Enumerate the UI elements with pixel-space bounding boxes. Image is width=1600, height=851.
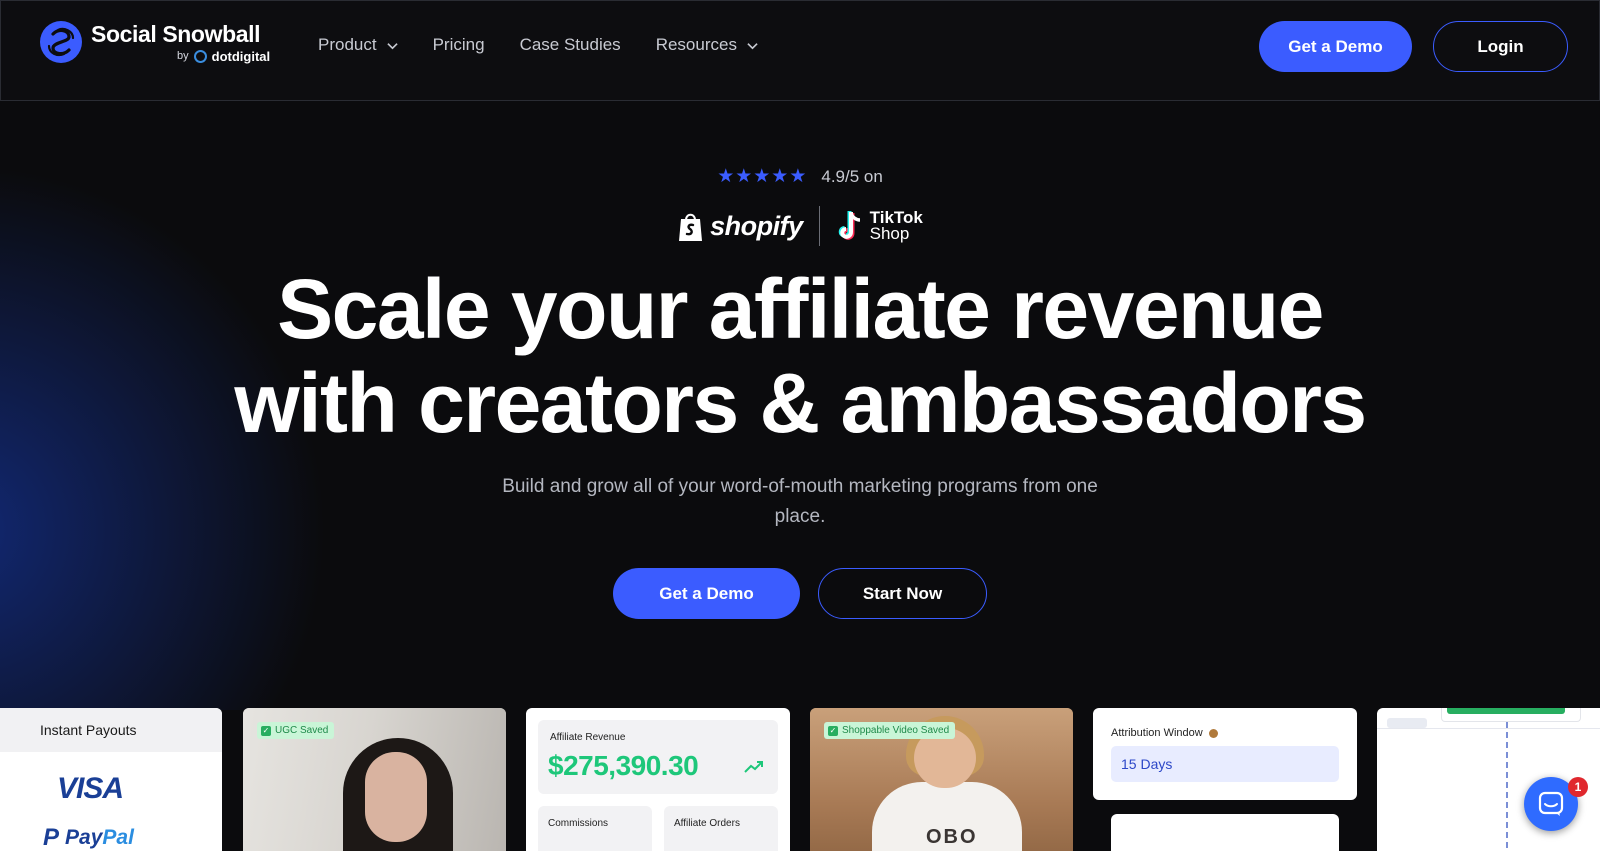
workflow-divider (1377, 728, 1600, 729)
hero-start-now-button[interactable]: Start Now (818, 568, 987, 619)
logo-by-text: by (177, 50, 189, 62)
site-logo[interactable]: Social Snowball by dotdigital (39, 20, 270, 64)
attribution-value-field: 15 Days (1111, 746, 1339, 782)
tiktok-shop-logo: TikTok Shop (836, 209, 923, 243)
attribution-window-card: Attribution Window 15 Days (1093, 708, 1357, 800)
tiktok-shop-label: TikTok Shop (869, 209, 923, 243)
cookie-icon (1208, 728, 1218, 738)
workflow-card (1377, 708, 1600, 851)
nav-get-demo-button[interactable]: Get a Demo (1259, 21, 1412, 72)
nav-item-product[interactable]: Product (318, 35, 398, 55)
chevron-down-icon (386, 42, 398, 49)
logo-divider (818, 206, 820, 246)
platform-logos: shopify TikTok Shop (0, 206, 1600, 246)
shoppable-saved-label: Shoppable Video Saved (842, 725, 950, 736)
paypal-logo: P PayPal (43, 824, 134, 851)
attribution-label-text: Attribution Window (1111, 727, 1203, 739)
trend-up-icon (744, 761, 763, 773)
affiliate-revenue-card: Affiliate Revenue $275,390.30 Commission… (526, 708, 790, 851)
shoppable-video-card: OBO ✓ Shoppable Video Saved (810, 708, 1073, 851)
paypal-label-b: Pal (102, 826, 134, 849)
paypal-label-a: Pay (65, 826, 103, 849)
revenue-label: Affiliate Revenue (550, 732, 626, 743)
secondary-card (1111, 814, 1339, 851)
headline-line-1: Scale your affiliate revenue (277, 262, 1324, 356)
headline-line-2: with creators & ambassadors (234, 356, 1367, 450)
logo-title: Social Snowball (91, 20, 261, 47)
dotdigital-icon (193, 49, 207, 63)
ugc-video-card: ✓ UGC Saved (243, 708, 506, 851)
nav-links: Product Pricing Case Studies Resources (318, 35, 758, 55)
nav-login-button[interactable]: Login (1433, 21, 1568, 72)
nav-item-label: Case Studies (519, 35, 621, 54)
paypal-label: PayPal (65, 826, 134, 850)
tiktok-icon (838, 211, 860, 240)
check-icon: ✓ (828, 725, 838, 736)
nav-item-resources[interactable]: Resources (656, 35, 758, 55)
creator-face (365, 752, 427, 842)
shopify-logo: shopify (677, 210, 803, 242)
chat-notification-badge: 1 (1568, 777, 1588, 797)
rating-text: 4.9/5 on (821, 166, 883, 186)
commissions-panel: Commissions (538, 806, 652, 851)
ugc-saved-badge: ✓ UGC Saved (257, 722, 335, 739)
affiliate-orders-panel: Affiliate Orders (664, 806, 778, 851)
chevron-down-icon (747, 42, 758, 49)
nav-item-label: Product (318, 35, 377, 54)
attribution-label: Attribution Window (1111, 727, 1218, 739)
ugc-saved-label: UGC Saved (275, 725, 329, 736)
payouts-title: Instant Payouts (0, 708, 222, 752)
rating-row: ★★★★★ 4.9/5 on (0, 165, 1600, 188)
instant-payouts-card: Instant Payouts VISA P PayPal (0, 708, 222, 851)
shop-label: Shop (869, 224, 910, 243)
nav-item-label: Pricing (432, 35, 485, 54)
logo-mark-icon (40, 21, 82, 63)
workflow-connector (1506, 722, 1508, 851)
nav-item-case-studies[interactable]: Case Studies (520, 35, 621, 55)
hero-subline: Build and grow all of your word-of-mouth… (502, 476, 1098, 527)
revenue-panel: Affiliate Revenue $275,390.30 (538, 720, 778, 794)
shirt-text: OBO (926, 826, 978, 848)
nav-item-label: Resources (655, 35, 737, 54)
shoppable-video-saved-badge: ✓ Shoppable Video Saved (824, 722, 956, 739)
chat-icon (1538, 791, 1564, 816)
hero-get-demo-button[interactable]: Get a Demo (613, 568, 800, 619)
top-navigation: Social Snowball by dotdigital Product Pr… (0, 0, 1600, 101)
shopify-label: shopify (710, 210, 803, 241)
paypal-icon: P (43, 824, 60, 851)
revenue-value: $275,390.30 (548, 750, 699, 781)
check-icon: ✓ (261, 725, 271, 736)
nav-item-pricing[interactable]: Pricing (433, 35, 485, 55)
workflow-pill (1387, 718, 1427, 728)
hero-headline: Scale your affiliate revenue with creato… (0, 262, 1600, 450)
shopify-bag-icon (679, 213, 703, 241)
logo-brand-text: dotdigital (211, 48, 271, 64)
logo-wordmark: Social Snowball by dotdigital (91, 21, 270, 64)
logo-byline: by dotdigital (177, 49, 270, 64)
visa-logo: VISA (57, 772, 124, 805)
workflow-node-bar (1447, 708, 1565, 714)
star-icon: ★★★★★ (717, 166, 808, 187)
